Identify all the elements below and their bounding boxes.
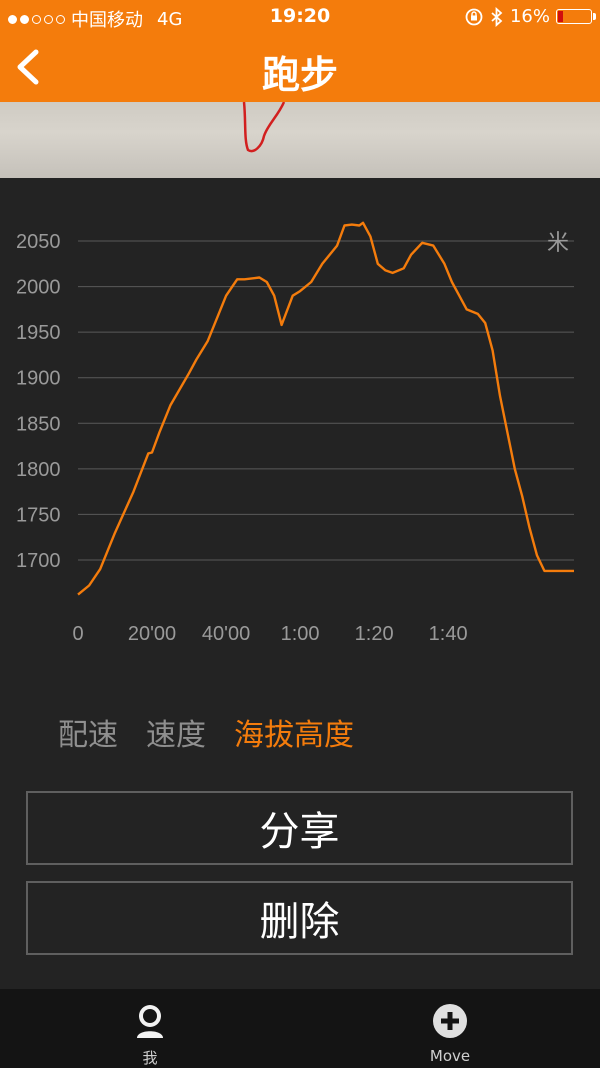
tab-altitude[interactable]: 海拔高度: [234, 710, 354, 754]
x-tick-label: 40'00: [202, 623, 250, 645]
y-tick-label: 1800: [16, 459, 61, 481]
altitude-chart: 2050 2000 1950 1900 1850 1800 1750 1700 0 20'00 4…: [0, 178, 600, 668]
metric-tabs: 配速 速度 海拔高度: [58, 710, 354, 754]
tab-me[interactable]: 我: [0, 989, 300, 1068]
tab-me-label: 我: [142, 1049, 158, 1067]
tab-pace[interactable]: 配速: [58, 710, 118, 754]
x-tick-label: 1:20: [355, 623, 394, 645]
y-tick-label: 2050: [16, 231, 61, 253]
back-chevron-icon[interactable]: [8, 44, 48, 90]
y-tick-label: 1700: [16, 550, 61, 572]
altitude-chart-svg: 2050 2000 1950 1900 1850 1800 1750 1700 0 20'00 4…: [16, 221, 574, 645]
rotation-lock-icon: [465, 8, 483, 25]
battery-icon: [556, 9, 596, 24]
y-tick-label: 1900: [16, 368, 61, 390]
share-button[interactable]: 分享: [26, 791, 573, 865]
route-line: [242, 101, 286, 153]
y-tick-label: 1750: [16, 504, 61, 526]
tab-speed[interactable]: 速度: [146, 710, 206, 754]
altitude-series-line: [77, 221, 574, 596]
status-bar: 中国移动 4G 19:20 16%: [0, 0, 600, 34]
bluetooth-icon: [491, 6, 503, 27]
y-tick-label: 1950: [16, 322, 61, 344]
x-tick-label: 20'00: [128, 623, 176, 645]
y-unit-label: 米: [547, 231, 569, 256]
page-title: 跑步: [261, 53, 338, 97]
top-bar: 中国移动 4G 19:20 16% 跑步: [0, 0, 600, 102]
route-map[interactable]: [0, 101, 600, 178]
battery-percent: 16%: [509, 6, 550, 27]
x-tick-label: 1:40: [429, 623, 468, 645]
tab-move[interactable]: Move: [300, 989, 600, 1068]
y-tick-label: 1850: [16, 413, 61, 435]
x-tick-label: 0: [72, 623, 83, 645]
delete-button[interactable]: 删除: [26, 881, 573, 955]
tab-move-label: Move: [429, 1047, 471, 1065]
user-avatar-icon: [137, 1005, 163, 1038]
plus-circle-icon: [433, 1004, 467, 1038]
x-tick-label: 1:00: [281, 623, 320, 645]
y-tick-label: 2000: [16, 277, 61, 299]
bottom-tab-bar: 我 Move: [0, 989, 600, 1068]
status-right: 16%: [464, 6, 596, 27]
